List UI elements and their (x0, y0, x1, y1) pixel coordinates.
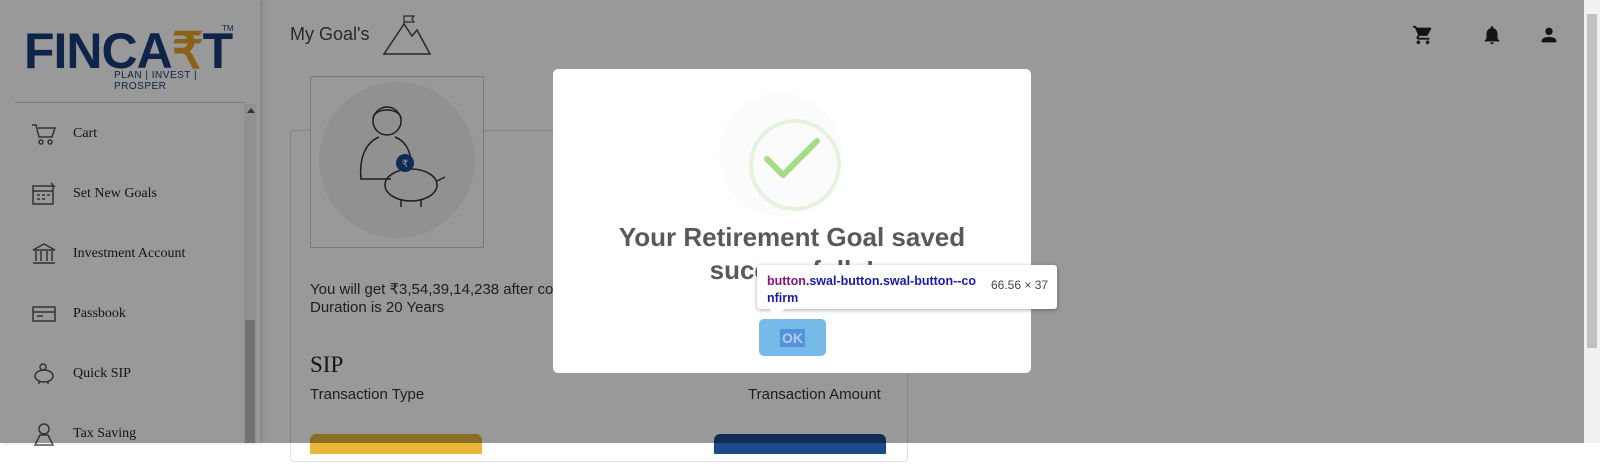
ok-button-label: OK (780, 328, 805, 347)
page-scrollbar[interactable] (1584, 0, 1600, 443)
page-scroll-thumb[interactable] (1587, 14, 1597, 348)
success-modal: Your Retirement Goal saved successfully!… (553, 69, 1031, 373)
tooltip-dimensions: 66.56 × 37 (991, 278, 1049, 292)
success-icon-ring (719, 93, 842, 216)
ok-button[interactable]: OK (759, 319, 826, 356)
tooltip-tag: button (767, 274, 806, 288)
devtools-inspect-tooltip: button.swal-button.swal-button--confirm … (757, 265, 1057, 317)
modal-title-line1: Your Retirement Goal saved (618, 222, 966, 252)
success-check-icon (764, 138, 820, 178)
tooltip-arrow (769, 309, 785, 317)
